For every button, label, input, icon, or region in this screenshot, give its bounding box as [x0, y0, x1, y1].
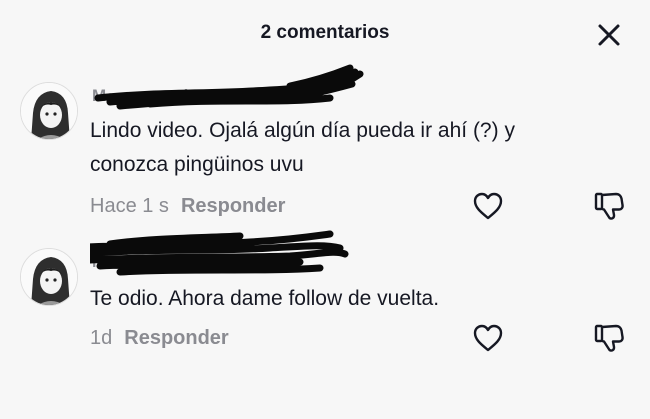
comment-text: Lindo video. Ojalá algún día pueda ir ah…	[90, 119, 515, 176]
close-button[interactable]	[592, 18, 626, 52]
dislike-button[interactable]	[592, 189, 626, 223]
redaction-scribble	[90, 230, 349, 276]
dislike-button[interactable]	[592, 321, 626, 355]
heart-icon	[473, 324, 503, 352]
avatar[interactable]	[20, 82, 78, 140]
thumbs-down-icon	[594, 192, 624, 220]
avatar[interactable]	[20, 248, 78, 306]
comments-header: 2 comentarios	[0, 0, 650, 66]
username[interactable]: M•••••••••••ky	[90, 228, 380, 276]
heart-icon	[473, 192, 503, 220]
comment-time: 1d	[90, 327, 113, 349]
comment-meta: Hace 1 s Responder	[90, 195, 285, 218]
comment-text: Te odio. Ahora dame follow de vuelta.	[90, 287, 440, 310]
username[interactable]: M•••••••••••ky	[90, 62, 380, 110]
like-button[interactable]	[471, 321, 505, 355]
like-button[interactable]	[471, 189, 505, 223]
reply-button[interactable]: Responder	[181, 195, 285, 217]
redaction-scribble	[94, 64, 364, 110]
thumbs-down-icon	[594, 324, 624, 352]
comments-count-title: 2 comentarios	[260, 22, 390, 43]
comment-time: Hace 1 s	[90, 195, 169, 217]
avatar-image	[21, 83, 77, 139]
close-icon	[598, 24, 620, 46]
reply-button[interactable]: Responder	[124, 327, 228, 349]
comment-item: M•••••••••••ky Te odio. Ahora dame follo…	[0, 226, 650, 366]
comment-item: M•••••••••••ky Lindo video. Ojalá algún …	[0, 58, 650, 228]
avatar-image	[21, 249, 77, 305]
comment-meta: 1d Responder	[90, 327, 229, 350]
